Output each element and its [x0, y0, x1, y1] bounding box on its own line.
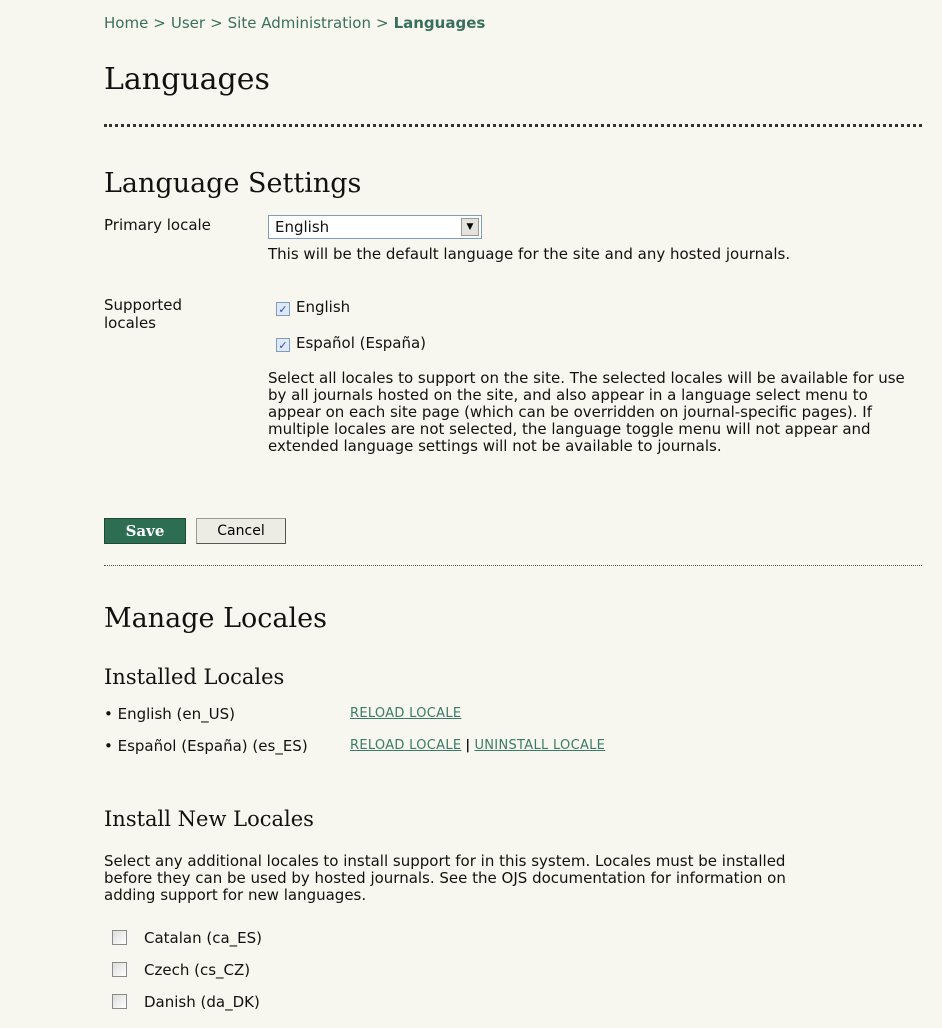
supported-locale-espanol-checkbox[interactable]: ✓ — [276, 338, 290, 352]
breadcrumb-separator: > — [153, 14, 166, 32]
supported-locales-label: Supported locales — [104, 296, 183, 332]
installed-locales-heading: Installed Locales — [104, 665, 285, 689]
supported-locale-english-checkbox[interactable]: ✓ — [276, 302, 290, 316]
reload-locale-espanol-link[interactable]: RELOAD LOCALE — [350, 738, 461, 753]
manage-locales-heading: Manage Locales — [104, 603, 327, 634]
primary-locale-select[interactable]: English ▼ — [268, 215, 482, 239]
primary-locale-label: Primary locale — [104, 216, 211, 234]
section-divider — [104, 565, 922, 566]
uninstall-locale-espanol-link[interactable]: UNINSTALL LOCALE — [474, 738, 605, 753]
supported-locale-english-label: English — [296, 298, 351, 316]
installed-locale-espanol: • Español (España) (es_ES) — [104, 737, 308, 755]
new-locale-czech-label: Czech (cs_CZ) — [144, 961, 251, 979]
breadcrumb-home[interactable]: Home — [104, 14, 148, 32]
breadcrumb-user[interactable]: User — [171, 14, 205, 32]
installed-locale-espanol-actions: RELOAD LOCALE | UNINSTALL LOCALE — [350, 737, 605, 755]
primary-locale-help: This will be the default language for th… — [268, 245, 791, 263]
reload-locale-english-link[interactable]: RELOAD LOCALE — [350, 706, 461, 721]
new-locale-catalan-checkbox[interactable] — [112, 930, 127, 945]
install-new-locales-heading: Install New Locales — [104, 807, 314, 831]
checkmark-icon: ✓ — [278, 302, 288, 316]
language-settings-heading: Language Settings — [104, 168, 362, 199]
primary-locale-value: English — [275, 218, 330, 236]
breadcrumb-current[interactable]: Languages — [394, 14, 486, 32]
breadcrumb-separator: > — [375, 14, 389, 32]
breadcrumb-separator: > — [210, 14, 223, 32]
new-locale-czech-checkbox[interactable] — [112, 962, 127, 977]
new-locale-danish-checkbox[interactable] — [112, 994, 127, 1009]
new-locale-catalan-label: Catalan (ca_ES) — [144, 929, 263, 947]
link-separator: | — [465, 738, 471, 753]
supported-locales-help: Select all locales to support on the sit… — [268, 369, 905, 455]
new-locale-danish-label: Danish (da_DK) — [144, 993, 260, 1011]
page-title: Languages — [104, 62, 270, 97]
save-button[interactable]: Save — [104, 518, 186, 544]
installed-locale-english: • English (en_US) — [104, 705, 235, 723]
breadcrumb: Home > User > Site Administration > Languages — [104, 14, 485, 32]
breadcrumb-site-administration[interactable]: Site Administration — [228, 14, 371, 32]
install-new-locales-help: Select any additional locales to install… — [104, 852, 786, 904]
title-divider — [104, 124, 922, 127]
installed-locale-english-actions: RELOAD LOCALE — [350, 705, 461, 723]
chevron-down-icon[interactable]: ▼ — [461, 218, 479, 236]
supported-locale-espanol-label: Español (España) — [296, 334, 427, 352]
cancel-button[interactable]: Cancel — [196, 518, 286, 544]
checkmark-icon: ✓ — [278, 338, 288, 352]
